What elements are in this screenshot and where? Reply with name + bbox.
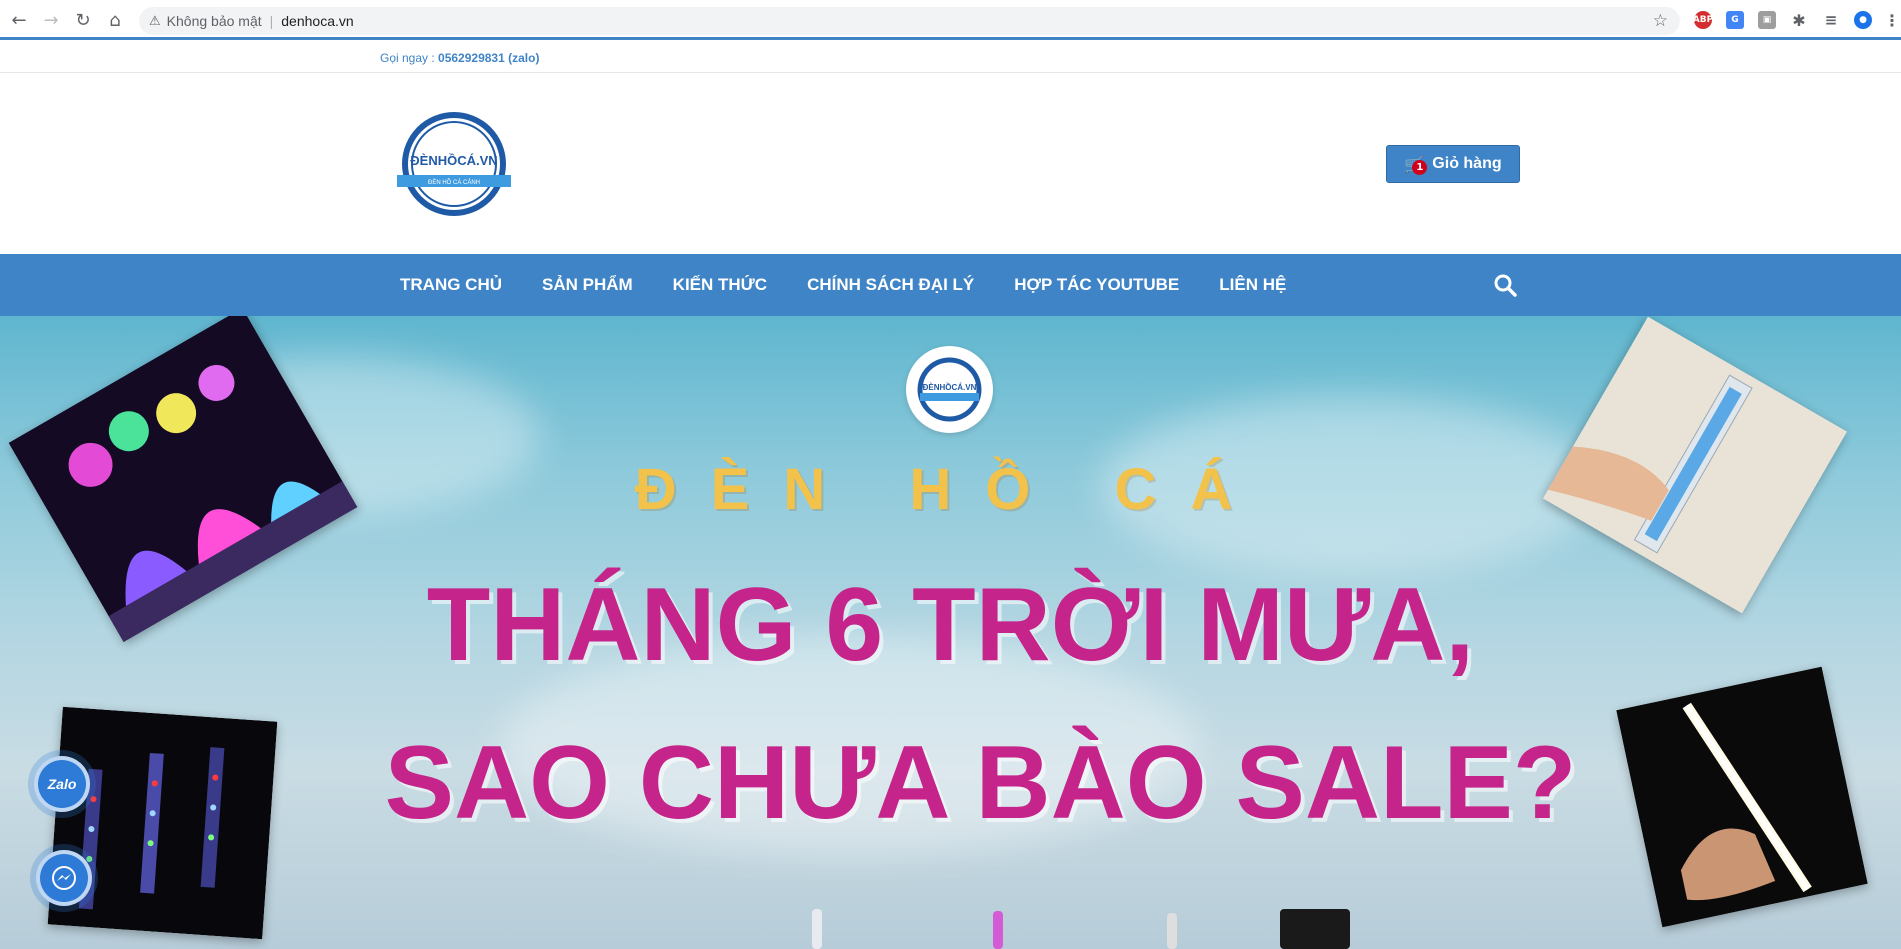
call-prefix: Gọi ngay : (380, 51, 439, 65)
zalo-label: Zalo (47, 776, 77, 792)
hero-headline-line1: THÁNG 6 TRỜI MƯA, (426, 567, 1475, 683)
lamp-decoration (1167, 913, 1177, 949)
call-now-text[interactable]: Gọi ngay : 0562929831 (zalo) (380, 51, 539, 65)
top-contact-bar: Gọi ngay : 0562929831 (zalo) (0, 43, 1901, 73)
reload-icon[interactable]: ↻ (72, 9, 94, 31)
logo-text: ĐÈNHỒCÁ.VN (410, 153, 497, 168)
nav-item-contact[interactable]: LIÊN HỆ (1199, 275, 1306, 295)
hero-banner[interactable]: ĐÈNHỒCÁ.VN ĐÈN HỒ CÁ THÁNG 6 TRỜI MƯA, S… (0, 316, 1901, 949)
site-header: ĐÈNHỒCÁ.VN ĐÈN HỒ CÁ CẢNH 🛒1 Giỏ hàng (0, 74, 1901, 254)
back-icon[interactable]: ← (8, 9, 30, 31)
browser-toolbar: ← → ↻ ⌂ ⚠ Không bảo mật | denhoca.vn ☆ A… (0, 0, 1901, 40)
nav-item-youtube-partnership[interactable]: HỢP TÁC YOUTUBE (994, 275, 1199, 295)
url-text[interactable]: denhoca.vn (281, 13, 353, 29)
hero-headline-line2: SAO CHƯA BÀO SALE? (384, 725, 1577, 841)
hero-logo: ĐÈNHỒCÁ.VN (906, 346, 993, 433)
translate-extension-icon[interactable]: G (1726, 11, 1744, 29)
browser-menu-icon[interactable]: ⋮ (1883, 11, 1901, 30)
nav-item-home[interactable]: TRANG CHỦ (380, 275, 522, 295)
cart-label: Giỏ hàng (1432, 155, 1502, 172)
nav-item-knowledge[interactable]: KIẾN THỨC (653, 275, 787, 295)
address-separator: | (269, 13, 274, 29)
hero-subtitle: ĐÈN HỒ CÁ (634, 457, 1267, 522)
cart-count-badge: 1 (1412, 159, 1428, 175)
lamp-decoration (993, 911, 1003, 949)
warning-icon: ⚠ (149, 13, 161, 29)
logo-tagline: ĐÈN HỒ CÁ CẢNH (428, 179, 480, 186)
profile-avatar-icon[interactable]: ● (1854, 11, 1872, 29)
adblock-extension-icon[interactable]: ABP (1693, 11, 1713, 29)
search-icon[interactable] (1493, 273, 1517, 297)
cart-button[interactable]: 🛒1 Giỏ hàng (1386, 145, 1520, 183)
home-icon[interactable]: ⌂ (104, 9, 126, 31)
bookmark-star-icon[interactable]: ☆ (1653, 11, 1668, 31)
zalo-chat-button[interactable]: Zalo (34, 756, 90, 812)
extension-icon[interactable]: ▣ (1758, 11, 1776, 29)
messenger-chat-button[interactable] (36, 850, 92, 906)
nav-item-dealer-policy[interactable]: CHÍNH SÁCH ĐẠI LÝ (787, 275, 994, 295)
lamp-decoration (812, 909, 822, 949)
puzzle-extensions-icon[interactable]: ✱ (1790, 11, 1808, 30)
reading-list-icon[interactable]: ≡ (1822, 11, 1840, 29)
nav-item-products[interactable]: SẢN PHẨM (522, 275, 653, 295)
address-bar[interactable]: ⚠ Không bảo mật | denhoca.vn ☆ (139, 7, 1680, 35)
forward-icon[interactable]: → (40, 9, 62, 31)
hero-logo-text: ĐÈNHỒCÁ.VN (923, 382, 977, 392)
site-logo[interactable]: ĐÈNHỒCÁ.VN ĐÈN HỒ CÁ CẢNH (395, 110, 513, 218)
security-label: Không bảo mật (166, 13, 262, 29)
main-navigation: TRANG CHỦ SẢN PHẨM KIẾN THỨC CHÍNH SÁCH … (0, 254, 1901, 316)
lamp-decoration (1280, 909, 1350, 949)
messenger-icon (52, 866, 76, 890)
cart-icon: 🛒1 (1404, 155, 1428, 175)
call-number[interactable]: 0562929831 (zalo) (438, 51, 539, 65)
